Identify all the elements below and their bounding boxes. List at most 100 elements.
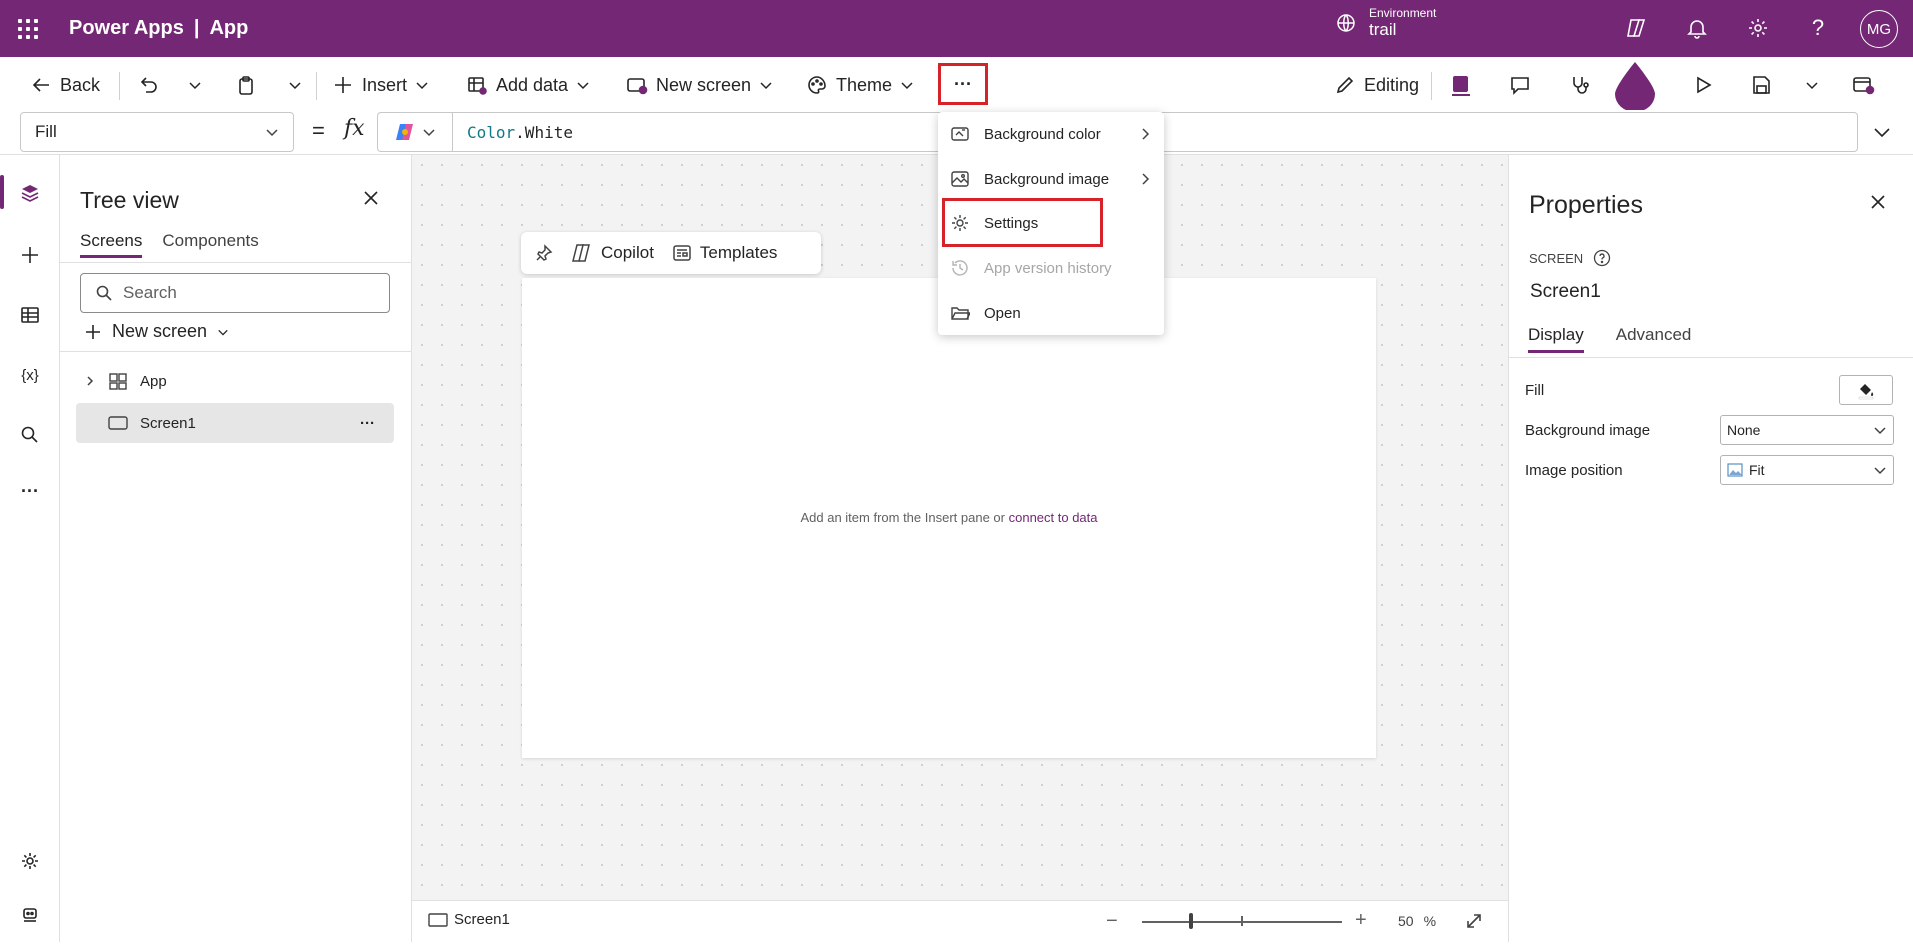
- background-image-dropdown[interactable]: None: [1720, 415, 1894, 445]
- control-name[interactable]: Screen1: [1530, 281, 1601, 303]
- variables-rail-button[interactable]: {x}: [16, 361, 44, 389]
- menu-item-label: Background image: [984, 170, 1110, 188]
- notifications-icon[interactable]: [1683, 14, 1711, 42]
- fill-label: Fill: [1525, 382, 1545, 399]
- copilot-header-icon[interactable]: [1622, 14, 1650, 42]
- paste-button[interactable]: [235, 69, 257, 101]
- fit-to-window-button[interactable]: [1464, 911, 1484, 934]
- insert-button[interactable]: Insert: [332, 69, 429, 101]
- empty-message-or: or: [993, 510, 1005, 525]
- avatar[interactable]: MG: [1860, 10, 1898, 48]
- app-checker-button[interactable]: [1569, 69, 1591, 101]
- comments-button[interactable]: [1509, 69, 1531, 101]
- tab-display[interactable]: Display: [1528, 325, 1584, 353]
- copilot-formula-button[interactable]: [377, 112, 452, 152]
- theme-button[interactable]: Theme: [806, 69, 914, 101]
- expand-diagonal-icon: [1467, 914, 1481, 928]
- preview-play-button[interactable]: [1692, 69, 1714, 101]
- paste-dropdown-button[interactable]: [288, 69, 302, 101]
- chevron-down-icon: [189, 82, 201, 90]
- data-rail-button[interactable]: [16, 301, 44, 329]
- tab-advanced[interactable]: Advanced: [1616, 325, 1692, 353]
- pin-icon[interactable]: [535, 244, 553, 262]
- divider: [316, 72, 317, 100]
- tree-view-title: Tree view: [80, 187, 179, 213]
- equals-sign: =: [312, 118, 325, 143]
- chevron-down-icon: [1874, 467, 1886, 475]
- search-placeholder: Search: [123, 283, 177, 302]
- zoom-slider-tick: [1241, 916, 1243, 926]
- fill-color-picker[interactable]: [1839, 375, 1893, 405]
- clipboard-icon: [239, 76, 253, 95]
- tree-node-app[interactable]: App: [76, 361, 394, 401]
- zoom-slider-thumb[interactable]: [1189, 913, 1193, 929]
- insert-rail-button[interactable]: [16, 241, 44, 269]
- fx-icon: fx: [344, 116, 365, 141]
- zoom-unit: %: [1423, 913, 1437, 929]
- image-position-dropdown[interactable]: Fit: [1720, 455, 1894, 485]
- node-more-button[interactable]: ···: [360, 415, 375, 432]
- chevron-right-icon: [1142, 173, 1150, 185]
- editing-button[interactable]: Editing: [1334, 69, 1419, 101]
- search-input[interactable]: Search: [80, 273, 390, 313]
- menu-item-label: Open: [984, 304, 1021, 322]
- undo-button[interactable]: [137, 69, 159, 101]
- screen-selector[interactable]: Screen1: [428, 911, 510, 928]
- close-tree-view-button[interactable]: [362, 189, 380, 210]
- settings-gear-icon[interactable]: [1744, 14, 1772, 42]
- screen-artboard[interactable]: Add an item from the Insert pane or conn…: [522, 278, 1376, 758]
- copilot-canvas-button[interactable]: Copilot: [571, 243, 654, 263]
- menu-item-open[interactable]: Open: [938, 291, 1164, 335]
- save-dropdown-button[interactable]: [1805, 69, 1819, 101]
- help-circle-icon[interactable]: [1593, 249, 1611, 267]
- environment-label: Environment: [1369, 6, 1437, 20]
- environment-picker[interactable]: Environment trail: [1335, 6, 1436, 40]
- close-properties-button[interactable]: [1869, 193, 1887, 214]
- add-data-label: Add data: [496, 74, 569, 95]
- divider: [119, 72, 120, 100]
- menu-item-background-image[interactable]: Background image: [938, 157, 1164, 201]
- zoom-in-button[interactable]: +: [1355, 909, 1367, 932]
- publish-button[interactable]: [1852, 69, 1876, 101]
- tree-node-screen1[interactable]: Screen1 ···: [76, 403, 394, 443]
- paint-bucket-icon: [1858, 384, 1874, 400]
- search-rail-button[interactable]: [16, 421, 44, 449]
- product-name[interactable]: Power Apps: [69, 17, 184, 40]
- tab-components[interactable]: Components: [162, 231, 258, 258]
- templates-label: Templates: [699, 243, 778, 262]
- tree-view-rail-button[interactable]: [16, 179, 44, 207]
- tree-node-label: Screen1: [140, 414, 196, 432]
- app-name: App: [209, 17, 249, 39]
- zoom-level[interactable]: 50 %: [1398, 913, 1436, 929]
- divider: [1431, 72, 1432, 100]
- undo-dropdown-button[interactable]: [188, 69, 202, 101]
- more-rail-button[interactable]: ···: [16, 477, 44, 505]
- virtual-agent-rail-button[interactable]: [16, 901, 44, 929]
- new-screen-tree-button[interactable]: New screen: [84, 321, 229, 342]
- menu-item-background-color[interactable]: Background color: [938, 112, 1164, 156]
- app-checker-book-button[interactable]: [1449, 69, 1473, 101]
- undo-icon: [140, 77, 157, 93]
- play-icon: [1697, 76, 1712, 94]
- back-button[interactable]: Back: [30, 69, 100, 101]
- control-kind: SCREEN: [1529, 249, 1611, 267]
- properties-tabs: Display Advanced: [1528, 325, 1691, 353]
- templates-button[interactable]: Templates: [672, 243, 777, 263]
- empty-screen-message: Add an item from the Insert pane or conn…: [522, 510, 1376, 525]
- background-color-icon: [951, 127, 969, 141]
- new-screen-label: New screen: [656, 74, 752, 95]
- add-data-button[interactable]: Add data: [466, 69, 590, 101]
- app-launcher-button[interactable]: [0, 0, 56, 57]
- connect-to-data-link[interactable]: connect to data: [1009, 510, 1098, 525]
- more-options-button[interactable]: ···: [938, 63, 988, 105]
- notebook-icon: [1452, 76, 1470, 96]
- property-selector[interactable]: Fill: [20, 112, 294, 152]
- back-label: Back: [60, 74, 101, 95]
- expand-formula-button[interactable]: [1872, 122, 1892, 145]
- save-button[interactable]: [1750, 69, 1772, 101]
- help-icon[interactable]: ?: [1804, 14, 1832, 42]
- new-screen-button[interactable]: New screen: [626, 69, 773, 101]
- tab-screens[interactable]: Screens: [80, 231, 143, 258]
- zoom-out-button[interactable]: −: [1106, 910, 1118, 933]
- settings-rail-button[interactable]: [16, 847, 44, 875]
